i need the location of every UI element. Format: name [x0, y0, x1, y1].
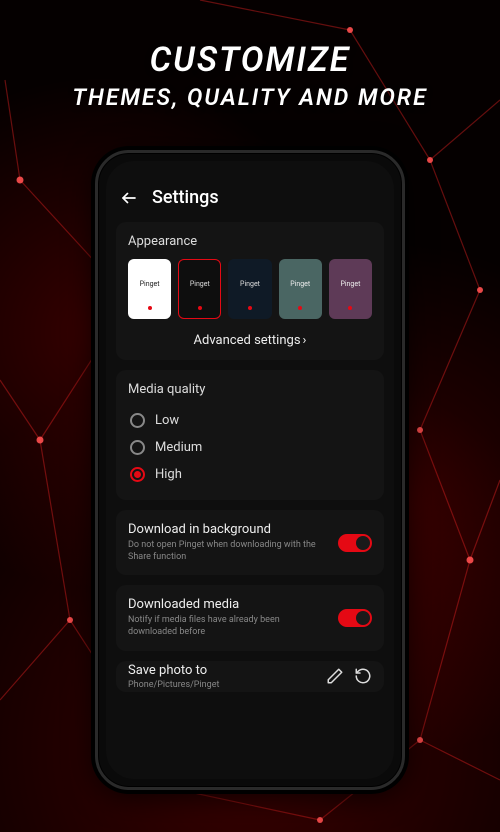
theme-option-teal[interactable]: Pinget: [279, 259, 322, 319]
promo-line1: CUSTOMIZE: [0, 40, 500, 80]
save-photo-card: Save photo to Phone/Pictures/Pinget: [116, 661, 384, 692]
appearance-title: Appearance: [128, 234, 372, 249]
phone-frame: Settings Appearance Pinget Pinget Pinget…: [95, 150, 405, 790]
theme-option-purple[interactable]: Pinget: [329, 259, 372, 319]
theme-list: Pinget Pinget Pinget Pinget Pinget: [128, 259, 372, 319]
radio-icon: [130, 440, 145, 455]
app-screen: Settings Appearance Pinget Pinget Pinget…: [106, 161, 394, 779]
theme-dot-icon: [148, 306, 152, 310]
promo-heading: CUSTOMIZE THEMES, QUALITY AND MORE: [0, 40, 500, 111]
advanced-settings-link[interactable]: Advanced settings ›: [128, 333, 372, 348]
app-header: Settings: [106, 161, 394, 216]
advanced-settings-label: Advanced settings: [194, 333, 301, 348]
media-quality-card: Media quality Low Medium High: [116, 370, 384, 500]
download-background-card: Download in background Do not open Pinge…: [116, 510, 384, 575]
download-bg-switch[interactable]: [338, 534, 372, 552]
chevron-right-icon: ›: [303, 333, 307, 348]
toggle-text: Download in background Do not open Pinge…: [128, 522, 328, 563]
save-text: Save photo to Phone/Pictures/Pinget: [128, 663, 316, 690]
theme-option-dark[interactable]: Pinget: [178, 259, 221, 319]
back-icon[interactable]: [120, 189, 138, 207]
quality-option-low[interactable]: Low: [128, 407, 372, 434]
save-photo-title: Save photo to: [128, 663, 316, 678]
save-photo-path: Phone/Pictures/Pinget: [128, 680, 316, 690]
theme-dot-icon: [348, 306, 352, 310]
theme-dot-icon: [248, 306, 252, 310]
toggle-text: Downloaded media Notify if media files h…: [128, 597, 328, 638]
downloaded-media-switch[interactable]: [338, 609, 372, 627]
quality-label: Medium: [155, 440, 202, 455]
downloaded-media-title: Downloaded media: [128, 597, 328, 612]
media-quality-title: Media quality: [128, 382, 372, 397]
promo-line2: THEMES, QUALITY AND MORE: [0, 84, 500, 111]
theme-dot-icon: [198, 306, 202, 310]
quality-label: High: [155, 467, 182, 482]
downloaded-media-subtitle: Notify if media files have already been …: [128, 615, 328, 638]
reset-icon[interactable]: [354, 667, 372, 685]
quality-label: Low: [155, 413, 179, 428]
download-bg-title: Download in background: [128, 522, 328, 537]
quality-option-high[interactable]: High: [128, 461, 372, 488]
edit-icon[interactable]: [326, 667, 344, 685]
download-bg-subtitle: Do not open Pinget when downloading with…: [128, 540, 328, 563]
radio-icon: [130, 467, 145, 482]
downloaded-media-card: Downloaded media Notify if media files h…: [116, 585, 384, 650]
page-title: Settings: [152, 187, 219, 208]
theme-dot-icon: [298, 306, 302, 310]
radio-icon: [130, 413, 145, 428]
theme-option-navy[interactable]: Pinget: [228, 259, 271, 319]
theme-option-light[interactable]: Pinget: [128, 259, 171, 319]
quality-option-medium[interactable]: Medium: [128, 434, 372, 461]
appearance-card: Appearance Pinget Pinget Pinget Pinget P…: [116, 222, 384, 360]
